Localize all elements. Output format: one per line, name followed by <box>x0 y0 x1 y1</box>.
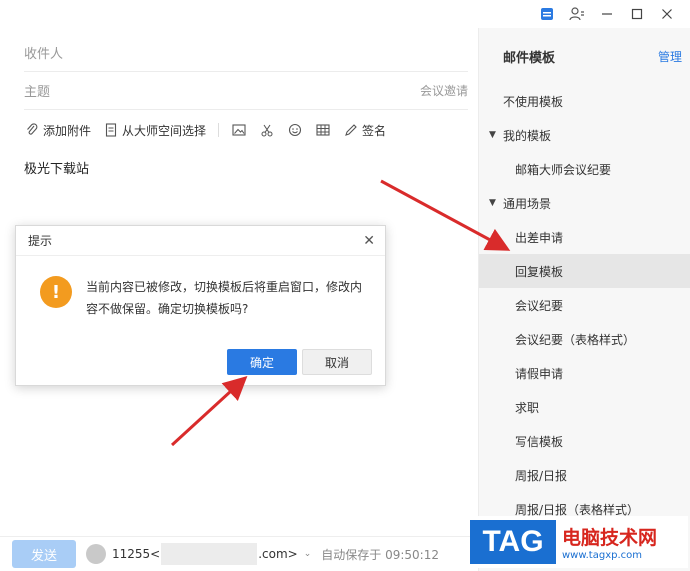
autosave-status: 自动保存于 09:50:12 <box>321 547 439 562</box>
avatar <box>86 544 106 564</box>
attach-button[interactable]: 添加附件 <box>24 122 91 139</box>
sender-suffix: .com> <box>258 547 298 561</box>
sender-prefix: 11255< <box>112 547 161 561</box>
paperclip-icon <box>24 122 40 138</box>
group-label: 我的模板 <box>503 128 552 143</box>
image-icon[interactable] <box>231 122 247 138</box>
window-controls <box>534 0 690 28</box>
close-icon[interactable] <box>654 1 680 27</box>
toolbar-divider <box>218 123 220 137</box>
watermark: TAG 电脑技术网 www.tagxp.com <box>470 516 688 568</box>
caret-down-icon: ▼ <box>489 198 496 208</box>
watermark-text: 电脑技术网 www.tagxp.com <box>562 523 657 561</box>
recipient-placeholder: 收件人 <box>24 47 64 62</box>
template-item-selected[interactable]: 回复模板 <box>479 254 690 288</box>
signature-button[interactable]: 签名 <box>343 122 386 139</box>
confirm-dialog: 提示 ✕ ! 当前内容已被修改，切换模板后将重启窗口，修改内容不做保留。确定切换… <box>15 225 386 386</box>
sidebar-header: 邮件模板 管理 <box>479 28 690 84</box>
mail-body[interactable]: 极光下载站 <box>24 158 89 177</box>
emoji-icon[interactable] <box>287 122 303 138</box>
warning-icon: ! <box>40 276 72 308</box>
template-item[interactable]: 会议纪要 <box>479 288 690 322</box>
minimize-icon[interactable] <box>594 1 620 27</box>
subject-field[interactable]: 主题 会议邀请 <box>24 72 468 110</box>
document-icon <box>103 122 119 138</box>
template-item[interactable]: 写信模板 <box>479 424 690 458</box>
group-my-templates[interactable]: ▼ 我的模板 <box>479 118 690 152</box>
template-item[interactable]: 求职 <box>479 390 690 424</box>
scissors-icon[interactable] <box>259 122 275 138</box>
template-item[interactable]: 出差申请 <box>479 220 690 254</box>
dialog-header: 提示 ✕ <box>16 226 385 256</box>
manage-link[interactable]: 管理 <box>658 48 682 65</box>
dialog-message: 当前内容已被修改，切换模板后将重启窗口，修改内容不做保留。确定切换模板吗? <box>86 280 363 316</box>
dialog-title: 提示 <box>28 234 53 248</box>
space-select-button[interactable]: 从大师空间选择 <box>103 122 206 139</box>
group-label: 通用场景 <box>503 196 552 211</box>
watermark-logo: TAG <box>470 520 556 564</box>
confirm-button[interactable]: 确定 <box>227 349 297 375</box>
signature-label: 签名 <box>362 123 387 138</box>
subject-placeholder: 主题 <box>24 85 51 100</box>
maximize-icon[interactable] <box>624 1 650 27</box>
caret-down-icon: ▼ <box>489 130 496 140</box>
template-item[interactable]: 邮箱大师会议纪要 <box>479 152 690 186</box>
sidebar-title: 邮件模板 <box>503 50 556 66</box>
sender-selector[interactable]: 11255< .com> ⌄ <box>86 543 311 565</box>
template-item[interactable]: 周报/日报 <box>479 458 690 492</box>
cancel-button[interactable]: 取消 <box>302 349 372 375</box>
redacted-address <box>161 543 258 565</box>
template-sidebar: 邮件模板 管理 不使用模板 ▼ 我的模板 邮箱大师会议纪要 ▼ 通用场景 出差申… <box>478 28 690 571</box>
watermark-url: www.tagxp.com <box>562 550 642 561</box>
template-none[interactable]: 不使用模板 <box>479 84 690 118</box>
space-select-label: 从大师空间选择 <box>122 123 207 138</box>
editor-toolbar: 添加附件 从大师空间选择 签名 <box>24 118 386 142</box>
recipient-field[interactable]: 收件人 <box>24 34 468 72</box>
template-item[interactable]: 请假申请 <box>479 356 690 390</box>
attach-label: 添加附件 <box>43 123 92 138</box>
table-icon[interactable] <box>315 122 331 138</box>
send-button[interactable]: 发送 <box>12 540 76 568</box>
group-common[interactable]: ▼ 通用场景 <box>479 186 690 220</box>
pen-icon <box>343 122 359 138</box>
compose-footer: 发送 11255< .com> ⌄ 自动保存于 09:50:12 <box>0 536 478 571</box>
close-icon[interactable]: ✕ <box>363 233 375 249</box>
meeting-invite-link[interactable]: 会议邀请 <box>420 82 468 99</box>
app-icon[interactable] <box>534 1 560 27</box>
watermark-site-name: 电脑技术网 <box>562 527 658 549</box>
template-item[interactable]: 会议纪要（表格样式） <box>479 322 690 356</box>
chevron-down-icon: ⌄ <box>303 549 312 559</box>
user-switch-icon[interactable] <box>564 1 590 27</box>
